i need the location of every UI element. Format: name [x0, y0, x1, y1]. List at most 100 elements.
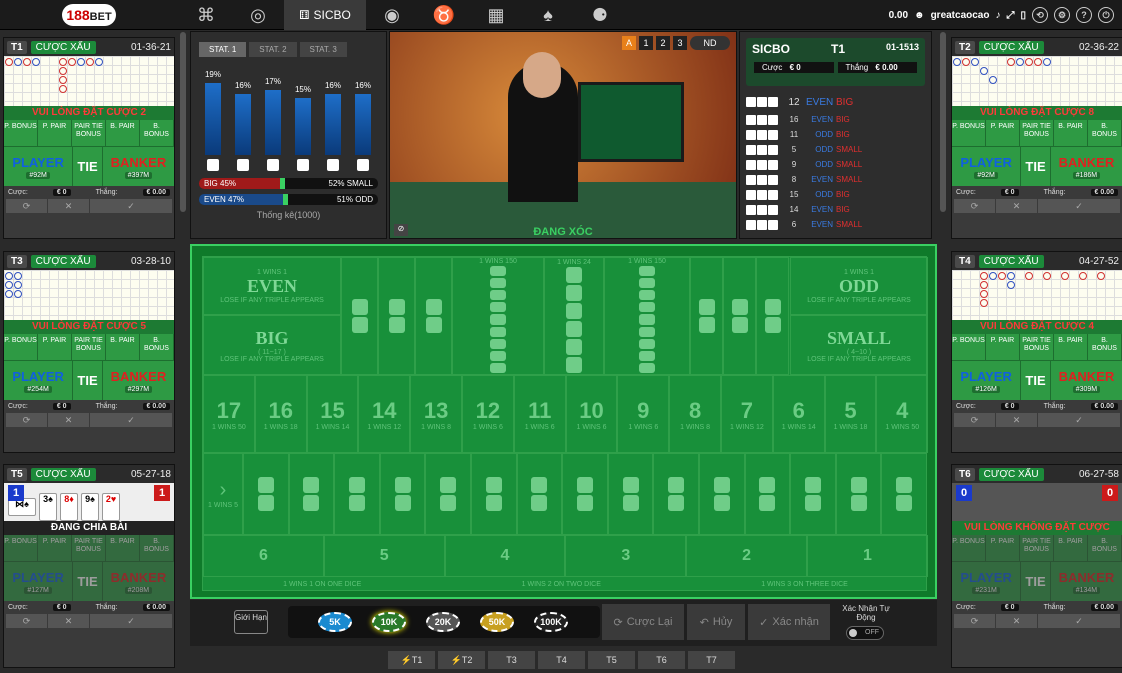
two-dice-combination-bet[interactable]: [379, 453, 426, 535]
b-pair-bet[interactable]: B. PAIR: [1054, 535, 1088, 561]
banker-bet[interactable]: BANKER #397M: [103, 147, 174, 186]
single-6-bet[interactable]: 6: [203, 535, 324, 577]
p-bonus-bet[interactable]: P. BONUS: [952, 334, 986, 360]
specific-double-bet[interactable]: [723, 257, 756, 375]
two-dice-combination-bet[interactable]: [425, 453, 471, 535]
two-dice-combination-bet[interactable]: [835, 453, 882, 535]
two-dice-combination-bet[interactable]: [243, 453, 289, 535]
check-icon[interactable]: ✓: [90, 614, 172, 628]
tab-stat-1[interactable]: STAT. 1: [199, 42, 247, 57]
even-bet[interactable]: 1 WINS 1 EVEN LOSE IF ANY TRIPLE APPEARS: [203, 257, 341, 315]
specific-double-bet[interactable]: [378, 257, 415, 375]
road-dropdown[interactable]: CƯỢC XẤU: [30, 40, 96, 54]
combination-scroll-left[interactable]: › 1 WINS 5: [203, 453, 243, 535]
tab-table-2[interactable]: ⚡T2: [438, 651, 485, 669]
b-pair-bet[interactable]: B. PAIR: [1054, 334, 1088, 360]
b-bonus-bet[interactable]: B. BONUS: [140, 334, 174, 360]
check-icon[interactable]: ✓: [90, 413, 172, 427]
p-pair-bet[interactable]: P. PAIR: [986, 120, 1020, 146]
two-dice-combination-bet[interactable]: [881, 453, 927, 535]
fullscreen-icon[interactable]: ⤢: [1006, 10, 1014, 21]
tie-bet[interactable]: TIE: [73, 361, 103, 400]
help-icon[interactable]: ?: [1076, 7, 1092, 23]
mini-table-t3[interactable]: T3 CƯỢC XẤU 03-28-10 VUI LÒNG ĐẶT CƯỢC 5 P…: [3, 251, 175, 453]
tab-table-6[interactable]: T6: [638, 651, 685, 669]
total-16-bet[interactable]: 16 1 WINS 18: [254, 375, 307, 453]
b-pair-bet[interactable]: B. PAIR: [106, 120, 140, 146]
left-scrollbar[interactable]: [180, 32, 186, 212]
tab-table-1[interactable]: ⚡T1: [388, 651, 435, 669]
chip-5k[interactable]: 5K: [318, 612, 352, 632]
two-dice-combination-bet[interactable]: [653, 453, 699, 535]
gear-icon[interactable]: ⚙: [1054, 7, 1070, 23]
chip-20k[interactable]: 20K: [426, 612, 460, 632]
two-dice-combination-bet[interactable]: [790, 453, 836, 535]
total-12-bet[interactable]: 12 1 WINS 6: [462, 375, 514, 453]
cards-icon[interactable]: ♠: [522, 0, 574, 30]
single-3-bet[interactable]: 3: [565, 535, 687, 577]
two-dice-combination-bet[interactable]: [699, 453, 745, 535]
p-bonus-bet[interactable]: P. BONUS: [4, 535, 38, 561]
b-bonus-bet[interactable]: B. BONUS: [1088, 334, 1122, 360]
small-bet[interactable]: SMALL( 4~10 ) LOSE IF ANY TRIPLE APPEARS: [790, 315, 928, 375]
pair-tie-bet[interactable]: PAIR TIE BONUS: [72, 120, 106, 146]
pair-tie-bet[interactable]: PAIR TIE BONUS: [1020, 120, 1054, 146]
single-2-bet[interactable]: 2: [686, 535, 807, 577]
check-icon[interactable]: ✓: [1038, 413, 1120, 427]
two-dice-combination-bet[interactable]: [607, 453, 654, 535]
specific-triple-bet[interactable]: 1 WINS 150: [452, 257, 544, 375]
two-dice-combination-bet[interactable]: [516, 453, 563, 535]
tie-bet[interactable]: TIE: [73, 562, 103, 601]
tie-bet[interactable]: TIE: [73, 147, 103, 186]
specific-double-bet[interactable]: [415, 257, 452, 375]
specific-double-bet[interactable]: [690, 257, 723, 375]
total-13-bet[interactable]: 13 1 WINS 8: [410, 375, 462, 453]
p-bonus-bet[interactable]: P. BONUS: [4, 334, 38, 360]
road-dropdown[interactable]: CƯỢC XẤU: [978, 40, 1044, 54]
player-bet[interactable]: PLAYER #254M: [4, 361, 74, 400]
total-6-bet[interactable]: 61 WINS 14: [772, 375, 825, 453]
b-bonus-bet[interactable]: B. BONUS: [1088, 535, 1122, 561]
total-8-bet[interactable]: 81 WINS 8: [669, 375, 721, 453]
banker-bet[interactable]: BANKER #134M: [1051, 562, 1122, 601]
big-bet[interactable]: BIG( 11~17 ) LOSE IF ANY TRIPLE APPEARS: [203, 315, 341, 375]
p-pair-bet[interactable]: P. PAIR: [986, 535, 1020, 561]
single-5-bet[interactable]: 5: [323, 535, 445, 577]
two-dice-combination-bet[interactable]: [288, 453, 335, 535]
tab-sicbo[interactable]: ⚅ SICBO: [284, 0, 366, 30]
tiles-icon[interactable]: ▦: [470, 0, 522, 30]
auto-confirm-toggle[interactable]: OFF: [846, 626, 884, 640]
two-dice-combination-bet[interactable]: [744, 453, 791, 535]
check-icon[interactable]: ✓: [1038, 199, 1120, 213]
mini-table-t1[interactable]: T1 CƯỢC XẤU 01-36-21 VUI LÒNG ĐẶT CƯỢC 2 P…: [3, 37, 175, 239]
specific-triple-bet[interactable]: 1 WINS 150: [604, 257, 690, 375]
two-dice-combination-bet[interactable]: [562, 453, 608, 535]
p-bonus-bet[interactable]: P. BONUS: [952, 535, 986, 561]
b-pair-bet[interactable]: B. PAIR: [1054, 120, 1088, 146]
any-triple-bet[interactable]: 1 WINS 24: [544, 257, 604, 375]
pair-tie-bet[interactable]: PAIR TIE BONUS: [72, 535, 106, 561]
total-11-bet[interactable]: 11 1 WINS 6: [513, 375, 566, 453]
tab-table-3[interactable]: T3: [488, 651, 535, 669]
check-icon[interactable]: ✓: [1038, 614, 1120, 628]
tie-bet[interactable]: TIE: [1021, 562, 1051, 601]
p-pair-bet[interactable]: P. PAIR: [986, 334, 1020, 360]
player-bet[interactable]: PLAYER #92M: [952, 147, 1022, 186]
right-scrollbar[interactable]: [940, 32, 946, 212]
pair-tie-bet[interactable]: PAIR TIE BONUS: [1020, 334, 1054, 360]
banker-bet[interactable]: BANKER #297M: [103, 361, 174, 400]
road-dropdown[interactable]: CƯỢC XẤU: [30, 467, 96, 481]
history-icon[interactable]: ⟲: [1032, 7, 1048, 23]
close-icon[interactable]: ✕: [48, 614, 89, 628]
mini-table-t2[interactable]: T2 CƯỢC XẤU 02-36-22 VUI LÒNG ĐẶT CƯỢC 8 P…: [951, 37, 1122, 239]
road-dropdown[interactable]: CƯỢC XẤU: [978, 467, 1044, 481]
p-pair-bet[interactable]: P. PAIR: [38, 120, 72, 146]
total-10-bet[interactable]: 10 1 WINS 6: [565, 375, 618, 453]
total-14-bet[interactable]: 14 1 WINS 12: [358, 375, 411, 453]
view-2-button[interactable]: 2: [656, 36, 670, 50]
mini-table-t6[interactable]: T6 CƯỢC XẤU 06-27-58 0 0 VUI LÒNG KHÔNG ĐẶ…: [951, 464, 1122, 668]
repeat-icon[interactable]: ⟳: [6, 614, 47, 628]
repeat-icon[interactable]: ⟳: [954, 614, 995, 628]
total-15-bet[interactable]: 15 1 WINS 14: [306, 375, 359, 453]
repeat-icon[interactable]: ⟳: [954, 413, 995, 427]
